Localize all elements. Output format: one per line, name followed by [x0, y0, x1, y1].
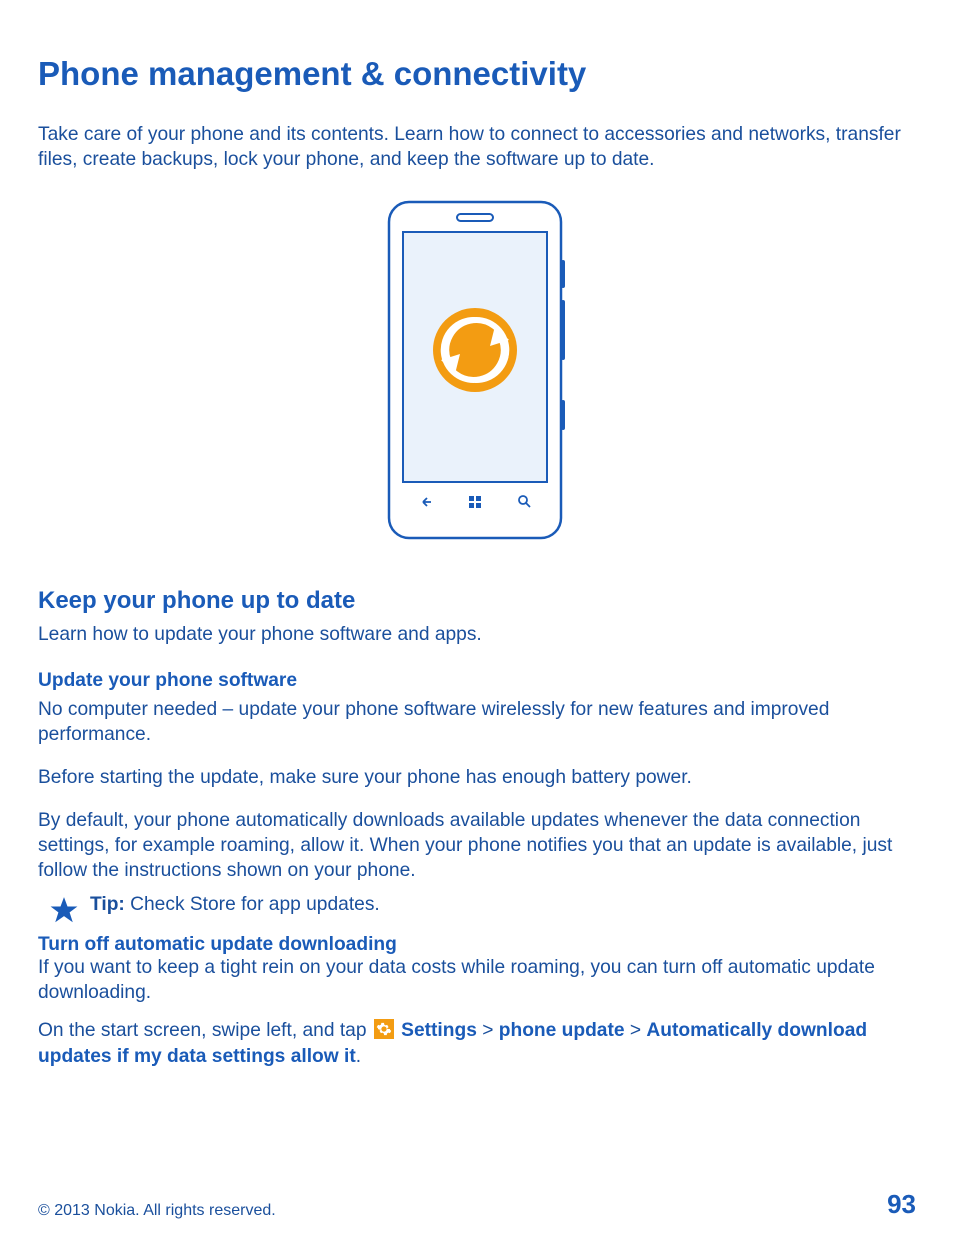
path-settings: Settings: [401, 1020, 477, 1041]
star-icon: [38, 894, 90, 924]
path-intro: On the start screen, swipe left, and tap: [38, 1020, 372, 1041]
section-lead: Learn how to update your phone software …: [38, 623, 916, 648]
path-dot: .: [356, 1046, 361, 1067]
page-footer: © 2013 Nokia. All rights reserved. 93: [38, 1189, 916, 1220]
path-phone-update: phone update: [499, 1020, 625, 1041]
path-sep-2: >: [625, 1020, 647, 1041]
update-p2: Before starting the update, make sure yo…: [38, 766, 916, 791]
nav-path: On the start screen, swipe left, and tap…: [38, 1018, 916, 1070]
path-sep-1: >: [477, 1020, 499, 1041]
topic-update-software: Update your phone software: [38, 670, 916, 692]
settings-gear-icon: [374, 1019, 394, 1039]
page-number: 93: [887, 1189, 916, 1220]
update-p3: By default, your phone automatically dow…: [38, 809, 916, 884]
page-title: Phone management & connectivity: [38, 55, 916, 93]
tip-text: Tip: Check Store for app updates.: [90, 894, 916, 916]
intro-paragraph: Take care of your phone and its contents…: [38, 123, 916, 172]
turn-off-p1: If you want to keep a tight rein on your…: [38, 956, 916, 1006]
topic-turn-off-auto: Turn off automatic update downloading: [38, 934, 916, 956]
tip-row: Tip: Check Store for app updates.: [38, 894, 916, 924]
update-p1: No computer needed – update your phone s…: [38, 698, 916, 748]
tip-body: Check Store for app updates.: [125, 894, 380, 915]
copyright-text: © 2013 Nokia. All rights reserved.: [38, 1202, 276, 1220]
section-heading-keep-up-to-date: Keep your phone up to date: [38, 587, 916, 615]
tip-label: Tip:: [90, 894, 125, 915]
phone-illustration: [38, 200, 916, 545]
